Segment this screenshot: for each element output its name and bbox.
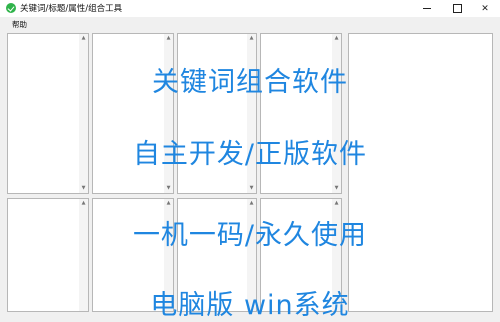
scroll-up-icon[interactable]: ▲ xyxy=(332,200,341,207)
scroll-up-icon[interactable]: ▲ xyxy=(164,35,173,42)
overlay-line-3: 一机一码/永久使用 xyxy=(132,220,368,251)
overlay-line-2: 自主开发/正版软件 xyxy=(132,139,368,170)
close-icon: ✕ xyxy=(481,3,489,14)
overlay-line-1: 关键词组合软件 xyxy=(152,67,348,98)
maximize-button[interactable] xyxy=(442,0,472,17)
close-button[interactable]: ✕ xyxy=(470,0,500,17)
scroll-up-icon[interactable]: ▲ xyxy=(247,35,256,42)
title-bar: 关键词/标题/属性/组合工具 ✕ xyxy=(0,0,500,18)
scroll-down-icon[interactable]: ▼ xyxy=(247,185,256,192)
overlay-line-4: 电脑版 win系统 xyxy=(150,290,350,321)
maximize-icon xyxy=(452,4,462,13)
scroll-down-icon[interactable]: ▼ xyxy=(164,185,173,192)
window-title: 关键词/标题/属性/组合工具 xyxy=(20,4,123,14)
scroll-up-icon[interactable]: ▲ xyxy=(79,35,88,42)
minimize-button[interactable] xyxy=(412,0,442,17)
menu-help[interactable]: 帮助 xyxy=(12,19,27,30)
app-icon xyxy=(6,3,16,13)
scroll-down-icon[interactable]: ▼ xyxy=(79,185,88,192)
scroll-up-icon[interactable]: ▲ xyxy=(247,200,256,207)
scroll-up-icon[interactable]: ▲ xyxy=(332,35,341,42)
scroll-up-icon[interactable]: ▲ xyxy=(164,200,173,207)
menu-bar: 帮助 xyxy=(0,17,500,31)
scroll-down-icon[interactable]: ▼ xyxy=(332,185,341,192)
scroll-up-icon[interactable]: ▲ xyxy=(79,200,88,207)
minimize-icon xyxy=(423,8,431,9)
